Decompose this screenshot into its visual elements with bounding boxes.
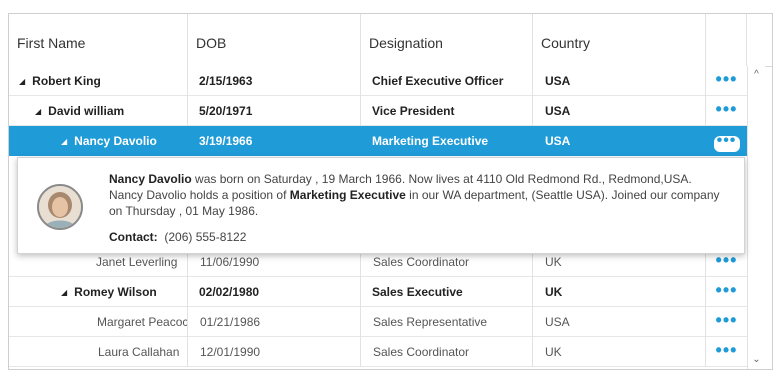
- column-header-first-name[interactable]: First Name: [9, 14, 188, 66]
- scroll-up-icon[interactable]: ^: [748, 68, 765, 82]
- designation-cell: Sales Representative: [361, 307, 533, 337]
- first-name-text: David william: [48, 104, 125, 118]
- column-header-country[interactable]: Country: [533, 14, 706, 66]
- country-cell: USA: [533, 126, 706, 156]
- grid-header: First Name DOB Designation Country: [9, 14, 772, 67]
- first-name-cell: Margaret Peacock: [9, 307, 188, 337]
- collapse-icon[interactable]: ◢: [61, 277, 67, 307]
- country-cell: UK: [533, 337, 706, 367]
- employee-description: Nancy Davolio was born on Saturday , 19 …: [109, 171, 729, 219]
- country-cell: UK: [533, 277, 706, 307]
- vertical-scrollbar[interactable]: ^ ⌄: [747, 66, 765, 369]
- country-cell: USA: [533, 307, 706, 337]
- designation-cell: Vice President: [361, 96, 533, 126]
- first-name-text: Robert King: [32, 74, 101, 88]
- employee-designation: Marketing Executive: [289, 188, 406, 202]
- more-options-icon[interactable]: •••: [706, 126, 747, 156]
- dob-cell: 2/15/1963: [188, 66, 361, 96]
- designation-cell: Chief Executive Officer: [361, 66, 533, 96]
- dob-cell: 02/02/1980: [188, 277, 361, 307]
- more-options-icon[interactable]: •••: [706, 337, 747, 367]
- dob-cell: 3/19/1966: [188, 126, 361, 156]
- table-row[interactable]: ◢ Romey Wilson 02/02/1980 Sales Executive…: [9, 277, 747, 307]
- designation-cell: Sales Coordinator: [361, 337, 533, 367]
- country-cell: USA: [533, 66, 706, 96]
- designation-cell: Sales Executive: [361, 277, 533, 307]
- column-header-dob[interactable]: DOB: [188, 14, 361, 66]
- table-row-selected[interactable]: ◢ Nancy Davolio 3/19/1966 Marketing Execu…: [9, 126, 747, 156]
- employee-name: Nancy Davolio: [109, 172, 192, 186]
- table-row[interactable]: ◢ David william 5/20/1971 Vice President …: [9, 96, 747, 126]
- dob-cell: 5/20/1971: [188, 96, 361, 126]
- collapse-icon[interactable]: ◢: [61, 126, 67, 156]
- first-name-cell: Laura Callahan: [9, 337, 188, 367]
- first-name-cell: ◢ Nancy Davolio: [9, 126, 188, 156]
- designation-cell: Marketing Executive: [361, 126, 533, 156]
- more-options-icon[interactable]: •••: [706, 307, 747, 337]
- first-name-cell: ◢ David william: [9, 96, 188, 126]
- first-name-cell: ◢ Romey Wilson: [9, 277, 188, 307]
- scroll-down-icon[interactable]: ⌄: [748, 353, 765, 367]
- country-cell: USA: [533, 96, 706, 126]
- table-row[interactable]: Laura Callahan 12/01/1990 Sales Coordina…: [9, 337, 747, 367]
- more-options-icon[interactable]: •••: [706, 277, 747, 307]
- contact-value: (206) 555-8122: [164, 230, 247, 244]
- contact-label: Contact:: [109, 230, 158, 244]
- employee-detail-popup: Nancy Davolio was born on Saturday , 19 …: [17, 157, 745, 254]
- person-photo-icon: [39, 186, 81, 228]
- collapse-icon[interactable]: ◢: [35, 96, 41, 126]
- table-row[interactable]: ◢ Robert King 2/15/1963 Chief Executive O…: [9, 66, 747, 96]
- collapse-icon[interactable]: ◢: [19, 66, 25, 96]
- dob-cell: 12/01/1990: [188, 337, 361, 367]
- column-header-actions: [706, 14, 747, 66]
- first-name-cell: ◢ Robert King: [9, 66, 188, 96]
- first-name-text: Romey Wilson: [74, 285, 157, 299]
- column-header-designation[interactable]: Designation: [361, 14, 533, 66]
- dob-cell: 01/21/1986: [188, 307, 361, 337]
- first-name-text: Nancy Davolio: [74, 134, 157, 148]
- avatar: [37, 184, 83, 230]
- contact-info: Contact: (206) 555-8122: [109, 230, 246, 244]
- more-options-icon[interactable]: •••: [706, 96, 747, 126]
- table-row[interactable]: Margaret Peacock 01/21/1986 Sales Repres…: [9, 307, 747, 337]
- more-options-icon[interactable]: •••: [706, 66, 747, 96]
